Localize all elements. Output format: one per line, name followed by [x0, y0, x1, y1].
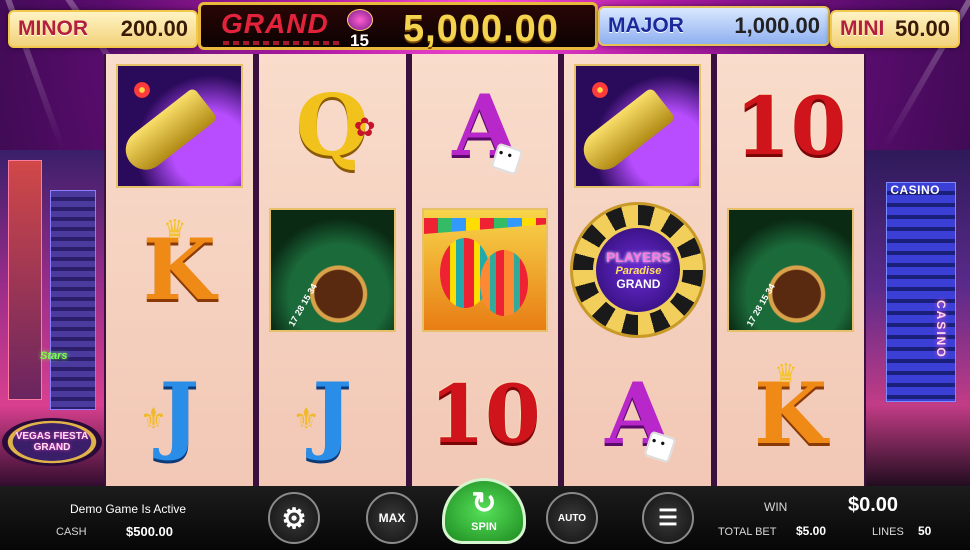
firework-icon: [124, 72, 160, 108]
total-bet-label: TOTAL BET: [718, 526, 777, 538]
gear-icon: ⚙: [281, 502, 307, 534]
symbol-roulette: 17 28 15 34: [717, 198, 864, 342]
reel-4: PLAYERS Paradise GRAND A: [564, 54, 712, 486]
chip-text-2: Paradise: [615, 265, 662, 277]
auto-label: AUTO: [557, 512, 587, 524]
symbol-k: ♛ K: [717, 342, 864, 486]
jackpot-minor-label: MINOR: [18, 17, 88, 40]
jackpot-grand-label: GRAND: [221, 8, 329, 39]
grand-divider: [223, 41, 343, 45]
coin-stack-icon: ☰: [658, 505, 678, 530]
control-bar: Demo Game Is Active CASH $500.00 ⚙ MAX ↻…: [0, 478, 970, 550]
roulette-numbers: 17 28 15 34: [286, 281, 319, 329]
total-bet-value: $5.00: [796, 524, 827, 538]
spin-label: SPIN: [471, 521, 497, 533]
symbol-q: Q ✿: [259, 54, 406, 198]
bunting-flags: [423, 218, 547, 234]
cash-value: $500.00: [126, 524, 173, 539]
cash-label: CASH: [56, 526, 87, 538]
symbol-chip-wild: PLAYERS Paradise GRAND: [564, 198, 711, 342]
reel-1: ♛ K ⚜ J: [106, 54, 253, 486]
crown-icon: ♛: [163, 214, 187, 244]
jackpot-major-value: 1,000.00: [734, 13, 820, 38]
symbol-champagne: [106, 54, 253, 198]
win-value: $0.00: [848, 494, 899, 516]
settings-button[interactable]: ⚙: [268, 492, 320, 544]
reel-grid: ♛ K ⚜ J Q ✿ 17 28 15 34 ⚜ J A ● ● 10 PLA…: [104, 54, 866, 486]
roulette-tile: 17 28 15 34: [268, 208, 396, 332]
crown-icon: ♛: [774, 358, 798, 388]
casino-vertical-sign: CASINO: [934, 300, 948, 359]
jackpot-grand-value: 5,000.00: [403, 8, 559, 50]
symbol-roulette: 17 28 15 34: [259, 198, 406, 342]
jackpot-major: MAJOR 1,000.00: [598, 6, 830, 46]
reel-5: 10 17 28 15 34 ♛ K: [717, 54, 864, 486]
grand-badge-icon: [347, 9, 373, 31]
firework-icon: [582, 72, 619, 108]
card-number: 10: [734, 79, 847, 173]
reel-2: Q ✿ 17 28 15 34 ⚜ J: [258, 54, 406, 486]
chip-text-1: PLAYERS: [605, 249, 671, 265]
building-left: [8, 160, 42, 400]
symbol-10: 10: [412, 342, 559, 486]
win-label: WIN: [764, 500, 788, 514]
fleur-de-lis-icon: ⚜: [140, 403, 167, 436]
lines-label: LINES: [872, 526, 904, 538]
lines-value: 50: [918, 524, 932, 538]
autoplay-button[interactable]: AUTO: [546, 492, 598, 544]
max-bet-button[interactable]: MAX: [366, 492, 418, 544]
spin-arrow-icon: ↻: [471, 487, 497, 520]
chip-text-3: GRAND: [616, 277, 661, 291]
jackpot-minor-value: 200.00: [120, 16, 188, 41]
jackpot-grand: GRAND 15 5,000.00: [198, 2, 598, 50]
card-number: 10: [429, 367, 541, 461]
symbol-champagne: [564, 54, 711, 198]
symbol-10: 10: [717, 54, 864, 198]
spin-button[interactable]: ↻ SPIN: [442, 478, 526, 544]
rose-icon: ✿: [353, 112, 376, 142]
symbol-maracas: [412, 198, 559, 342]
demo-status-text: Demo Game Is Active: [70, 502, 187, 516]
symbol-j: ⚜ J: [259, 342, 406, 486]
chip-logo: PLAYERS Paradise GRAND: [593, 225, 684, 315]
casino-chip-icon: PLAYERS Paradise GRAND: [570, 202, 707, 338]
champagne-tile: [116, 64, 243, 188]
jackpot-grand-count: 15: [350, 31, 369, 50]
building-left-2: [50, 190, 96, 410]
symbol-k: ♛ K: [106, 198, 253, 342]
roulette-tile: 17 28 15 34: [727, 208, 854, 332]
symbol-a: A: [564, 342, 711, 486]
symbol-a: A: [412, 54, 559, 198]
reel-3: A 10: [411, 54, 559, 486]
bet-coins-button[interactable]: ☰: [642, 492, 694, 544]
jackpot-mini-label: MINI: [840, 17, 885, 40]
jackpot-minor: MINOR 200.00: [8, 10, 198, 48]
star-neon-sign: Stars: [40, 350, 68, 362]
max-label: MAX: [378, 511, 406, 525]
roulette-numbers: 17 28 15 34: [744, 281, 778, 329]
maracas-tile: [421, 208, 549, 332]
building-right: [886, 182, 956, 402]
maraca-icon: [479, 250, 528, 316]
fleur-de-lis-icon: ⚜: [292, 403, 320, 436]
jackpot-mini-value: 50.00: [894, 16, 950, 41]
symbol-j: ⚜ J: [106, 342, 253, 486]
vegas-fiesta-logo: VEGAS FIESTA GRAND: [2, 418, 102, 466]
casino-sign: CASINO: [890, 183, 940, 197]
jackpot-bar: MINOR 200.00 GRAND 15 5,000.00 MAJOR 1,0…: [0, 0, 970, 52]
champagne-tile: [574, 64, 702, 188]
jackpot-mini: MINI 50.00: [830, 10, 960, 48]
jackpot-major-label: MAJOR: [608, 14, 684, 37]
